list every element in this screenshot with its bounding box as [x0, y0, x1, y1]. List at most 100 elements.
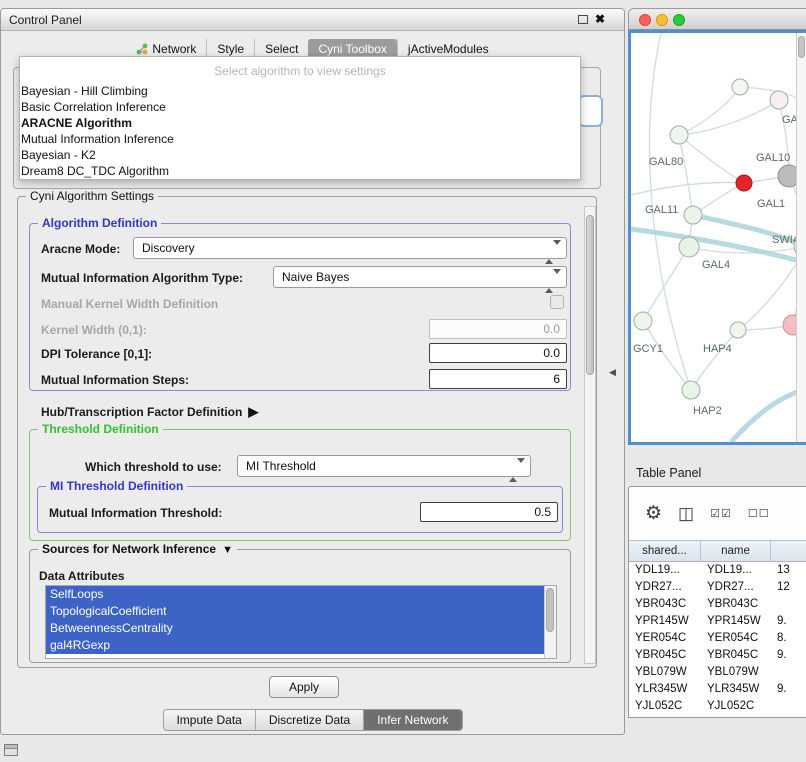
deselect-all-icon[interactable]: ☐☐: [748, 507, 770, 520]
table-row[interactable]: YBR043CYBR043C: [629, 596, 806, 613]
table-cell: YBR043C: [629, 596, 701, 613]
network-node[interactable]: [670, 126, 688, 144]
tab-label: jActiveModules: [408, 42, 489, 56]
attributes-list-scrollbar[interactable]: [544, 586, 556, 658]
table-row[interactable]: YDR27...YDR27...12: [629, 579, 806, 596]
table-row[interactable]: YLR345WYLR345W9.: [629, 681, 806, 698]
tab-discretize-data[interactable]: Discretize Data: [255, 710, 363, 730]
network-edge: [643, 321, 691, 390]
network-node[interactable]: [778, 165, 796, 187]
attribute-list-item[interactable]: gal4RGexp: [46, 637, 544, 654]
control-panel-window: Control Panel ✖ Network Style Select Cyn…: [0, 8, 625, 735]
select-all-icon[interactable]: ☑☑: [710, 507, 732, 520]
tab-label: Select: [265, 42, 298, 56]
network-window-titlebar[interactable]: [628, 8, 806, 30]
network-node[interactable]: [736, 175, 752, 191]
network-node[interactable]: [679, 237, 699, 257]
algorithm-option[interactable]: Mutual Information Inference: [20, 131, 580, 147]
network-edge: [679, 135, 693, 215]
table-row[interactable]: YBR045CYBR045C9.: [629, 647, 806, 664]
scrollbar-thumb[interactable]: [546, 588, 554, 632]
which-threshold-select[interactable]: MI Threshold: [237, 455, 531, 477]
data-attributes-list[interactable]: SelfLoopsTopologicalCoefficientBetweenne…: [45, 585, 557, 659]
mi-algorithm-type-select[interactable]: Naive Bayes: [273, 266, 567, 288]
dpi-tolerance-input[interactable]: [429, 343, 567, 363]
network-edge-highlighted: [731, 389, 796, 442]
table-cell: YBL079W: [629, 664, 701, 681]
network-node-label: GAL4: [702, 259, 730, 271]
expand-right-icon: ▶: [248, 404, 258, 419]
network-node-label: GAL1: [757, 198, 785, 210]
network-node[interactable]: [684, 206, 702, 224]
columns-icon[interactable]: ◫: [678, 504, 694, 524]
table-cell: 13: [771, 562, 806, 579]
algorithm-option[interactable]: Dream8 DC_TDC Algorithm: [20, 163, 580, 179]
algorithm-option[interactable]: Bayesian - K2: [20, 147, 580, 163]
table-cell: YPR145W: [701, 613, 771, 630]
table-row[interactable]: YER054CYER054C8.: [629, 630, 806, 647]
tab-infer-network[interactable]: Infer Network: [363, 710, 461, 730]
algorithm-options-list: Bayesian - Hill ClimbingBasic Correlatio…: [20, 83, 580, 179]
network-canvas[interactable]: GALGAL80GAL10GAL11GAL1SWI4GAL4GCY1HAP4YH…: [628, 30, 806, 445]
sources-title-label: Sources for Network Inference: [42, 542, 216, 556]
apply-button[interactable]: Apply: [269, 676, 339, 698]
table-cell: YDR27...: [701, 579, 771, 596]
network-vertical-scrollbar[interactable]: [796, 33, 806, 442]
control-panel-titlebar[interactable]: Control Panel ✖: [1, 9, 624, 31]
attribute-list-item[interactable]: BetweennessCentrality: [46, 620, 544, 637]
sources-group-title[interactable]: Sources for Network Inference ▼: [38, 542, 237, 556]
float-window-icon[interactable]: [578, 15, 588, 24]
column-header-name[interactable]: name: [701, 540, 771, 562]
data-attributes-label: Data Attributes: [39, 569, 125, 583]
mi-threshold-input[interactable]: [420, 502, 558, 522]
tab-impute-data[interactable]: Impute Data: [163, 710, 254, 730]
minimize-traffic-light[interactable]: [656, 14, 668, 26]
attribute-list-item[interactable]: TopologicalCoefficient: [46, 603, 544, 620]
table-cell: 8.: [771, 630, 806, 647]
table-body: YDL19...YDL19...13YDR27...YDR27...12YBR0…: [629, 562, 806, 717]
column-header-shared-name[interactable]: shared...: [629, 540, 701, 562]
network-node[interactable]: [682, 381, 700, 399]
algorithm-option[interactable]: ARACNE Algorithm: [20, 115, 580, 131]
tab-label: Network: [152, 42, 196, 56]
table-cell: [771, 596, 806, 613]
table-row[interactable]: YDL19...YDL19...13: [629, 562, 806, 579]
column-header-extra[interactable]: [771, 540, 806, 562]
table-row[interactable]: YPR145WYPR145W9.: [629, 613, 806, 630]
network-node-label: GAL80: [649, 156, 683, 168]
minimized-panel-icon[interactable]: [4, 744, 18, 756]
mi-steps-input[interactable]: [429, 369, 567, 389]
table-row[interactable]: YBL079WYBL079W: [629, 664, 806, 681]
settings-vertical-scrollbar[interactable]: [584, 206, 596, 664]
scrollbar-thumb[interactable]: [586, 215, 594, 375]
hub-definition-toggle[interactable]: Hub/Transcription Factor Definition▶: [41, 404, 258, 420]
algorithm-placeholder-option[interactable]: Select algorithm to view settings: [20, 57, 580, 83]
table-panel-window: ⚙ ◫ ☑☑ ☐☐ shared... name YDL19...YDL19..…: [628, 486, 806, 718]
network-node-label: HAP4: [703, 343, 732, 355]
scrollbar-thumb[interactable]: [798, 36, 805, 58]
gear-icon[interactable]: ⚙: [645, 502, 662, 525]
aracne-mode-select[interactable]: Discovery: [133, 237, 567, 259]
zoom-traffic-light[interactable]: [673, 14, 685, 26]
table-row[interactable]: YJL052CYJL052C: [629, 698, 806, 715]
close-traffic-light[interactable]: [639, 14, 651, 26]
algorithm-option[interactable]: Basic Correlation Inference: [20, 99, 580, 115]
network-node[interactable]: [770, 91, 788, 109]
combo-stepper-icon: [545, 271, 561, 291]
collapse-down-icon: ▼: [222, 544, 233, 556]
network-node[interactable]: [783, 315, 796, 335]
network-node[interactable]: [730, 322, 746, 338]
algorithm-option[interactable]: Bayesian - Hill Climbing: [20, 83, 580, 99]
table-cell: YDR27...: [629, 579, 701, 596]
algorithm-combobox-fragment[interactable]: [578, 95, 603, 127]
attribute-list-item[interactable]: SelfLoops: [46, 586, 544, 603]
splitter-collapse-icon[interactable]: ◀: [609, 367, 616, 378]
network-view-window: GALGAL80GAL10GAL11GAL1SWI4GAL4GCY1HAP4YH…: [628, 8, 806, 445]
network-graph[interactable]: GALGAL80GAL10GAL11GAL1SWI4GAL4GCY1HAP4YH…: [631, 33, 796, 442]
table-cell: YER054C: [701, 630, 771, 647]
network-node[interactable]: [634, 312, 652, 330]
close-icon[interactable]: ✖: [595, 12, 605, 26]
manual-kernel-width-checkbox[interactable]: [550, 295, 564, 309]
network-node[interactable]: [732, 79, 748, 95]
table-cell: 9.: [771, 681, 806, 698]
